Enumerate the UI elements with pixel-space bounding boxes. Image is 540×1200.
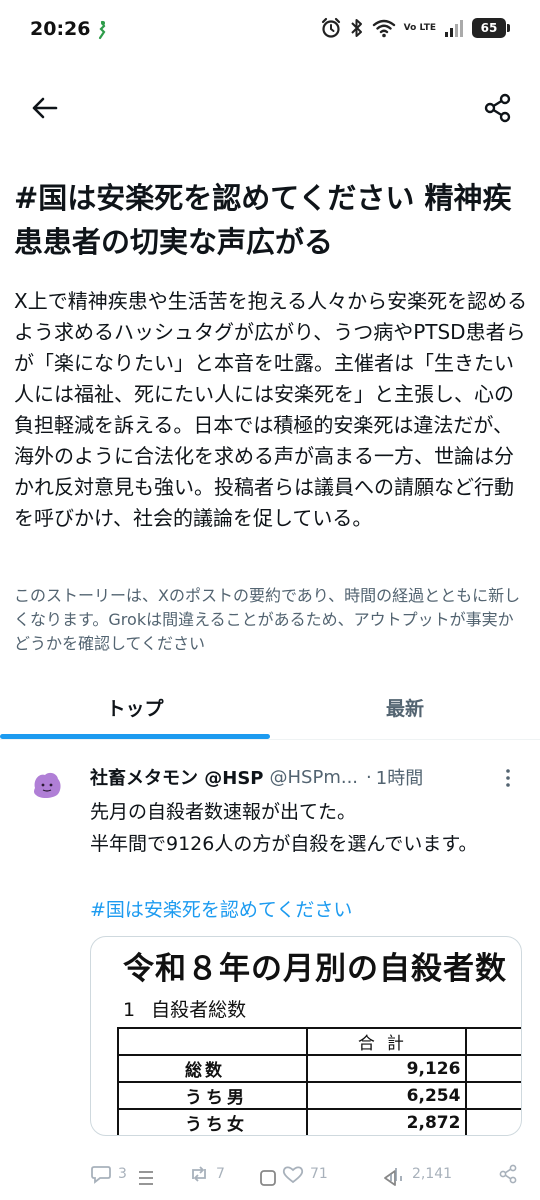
media-table: 合計 総数 9,126 うち男 6,254 うち女 2,872	[116, 1027, 521, 1135]
views-count: 2,141	[412, 1166, 453, 1182]
post-text-line: 半年間で9126人の方が自殺を選んでいます。	[90, 833, 478, 855]
status-icons: Vo LTE 65	[320, 17, 510, 39]
table-cell	[465, 1081, 521, 1110]
wifi-icon	[372, 19, 395, 38]
bluetooth-icon	[350, 19, 362, 37]
recents-icon	[139, 1171, 153, 1185]
like-count: 71	[310, 1166, 328, 1182]
table-value: 9,126	[306, 1054, 468, 1083]
views-icon	[390, 1168, 402, 1181]
table-value: 2,872	[306, 1108, 468, 1135]
back-button[interactable]	[24, 88, 64, 128]
post-action-bar: 3 7 71 2,141	[0, 1150, 540, 1200]
table-row: 合計	[116, 1027, 521, 1056]
alarm-icon	[321, 17, 340, 38]
repost-button[interactable]: 7	[188, 1164, 225, 1184]
battery-icon: 65	[472, 18, 510, 38]
tab-top[interactable]: トップ	[0, 678, 270, 736]
media-title: 令和８年の月別の自殺者数	[123, 951, 507, 987]
post-media-image[interactable]: 令和８年の月別の自殺者数 1 自殺者総数 合計 総数 9,126 うち男 6,25…	[90, 936, 522, 1136]
table-header: 合計	[306, 1027, 468, 1056]
table-row-label: 総数	[116, 1054, 309, 1083]
status-time: 20:26	[30, 18, 91, 40]
table-row: 総数 9,126	[116, 1054, 521, 1083]
table-value: 6,254	[306, 1081, 468, 1110]
repost-count: 7	[216, 1166, 225, 1182]
grok-disclaimer: このストーリーは、Xのポストの要約であり、時間の経過とともに新しくなります。Gr…	[14, 586, 521, 653]
repost-icon	[192, 1166, 206, 1182]
like-button[interactable]: 71	[282, 1164, 328, 1184]
more-vertical-icon	[506, 769, 510, 787]
table-row-label: うち男	[116, 1081, 309, 1110]
share-icon	[499, 1164, 517, 1184]
volte-label: Vo LTE	[403, 22, 436, 33]
signal-icon	[445, 20, 463, 37]
author-handle[interactable]: @HSPm...	[270, 767, 359, 788]
nav-recents-button[interactable]	[126, 1158, 166, 1198]
heart-icon	[282, 1166, 304, 1184]
table-cell	[465, 1027, 521, 1056]
share-icon	[484, 93, 511, 123]
post-text: 先月の自殺者数速報が出てた。 半年間で9126人の方が自殺を選んでいます。	[90, 796, 510, 860]
table-row: うち男 6,254	[116, 1081, 521, 1110]
media-section: 1 自殺者総数	[123, 995, 246, 1022]
author-name[interactable]: 社畜メタモン @HSP	[90, 764, 264, 790]
table-row-label: うち女	[116, 1108, 309, 1135]
story-headline: #国は安楽死を認めてください 精神疾患患者の切実な声広がる	[14, 181, 512, 259]
table-cell	[116, 1027, 309, 1056]
home-square-icon	[260, 1170, 276, 1186]
media-section-number: 1	[123, 999, 136, 1021]
status-bar: 20:26 Vo LTE 65	[0, 0, 540, 62]
share-button[interactable]	[478, 88, 518, 128]
more-options-button[interactable]	[498, 766, 518, 790]
reply-icon	[91, 1166, 111, 1184]
app-notification-icon	[98, 20, 106, 40]
views-button[interactable]: 2,141	[388, 1164, 452, 1184]
post-time[interactable]: 1時間	[376, 764, 423, 790]
active-tab-indicator	[0, 734, 270, 739]
post[interactable]: 社畜メタモン @HSP @HSPm... · 1時間 先月の自殺者数速報が出てた…	[0, 748, 540, 1148]
table-row: うち女 2,872	[116, 1108, 521, 1135]
separator-dot: ·	[366, 766, 372, 788]
post-text-line: 先月の自殺者数速報が出てた。	[90, 801, 357, 823]
table-cell	[465, 1054, 521, 1083]
hashtag-link[interactable]: #国は安楽死を認めてください	[90, 894, 352, 926]
story-summary: X上で精神疾患や生活苦を抱える人々から安楽死を認めるよう求めるハッシュタグが広が…	[14, 289, 528, 530]
table-cell	[465, 1108, 521, 1135]
avatar[interactable]	[30, 768, 64, 802]
share-post-button[interactable]	[498, 1164, 518, 1184]
tab-bar: トップ 最新	[0, 678, 540, 740]
post-header: 社畜メタモン @HSP @HSPm... · 1時間	[90, 764, 510, 790]
reply-button[interactable]: 3	[90, 1164, 127, 1184]
back-arrow-icon	[32, 97, 58, 119]
media-section-label: 自殺者総数	[151, 999, 247, 1021]
tab-latest[interactable]: 最新	[270, 678, 540, 736]
